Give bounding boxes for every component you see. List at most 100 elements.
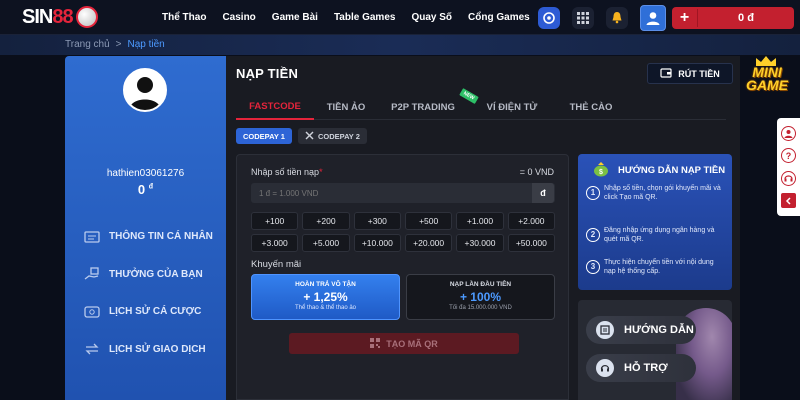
sidebar-item-transaction-history[interactable]: LỊCH SỬ GIAO DỊCH <box>83 331 213 369</box>
tab-crypto[interactable]: TIỀN ẢO <box>314 94 378 120</box>
breadcrumb-separator: > <box>115 39 122 50</box>
support-card: HƯỚNG DẪN HỖ TRỢ <box>578 300 732 400</box>
step-text: Đăng nhập ứng dụng ngân hàng và quét mã … <box>604 227 715 244</box>
tab-p2p-trading[interactable]: P2P TRADING NEW <box>378 88 479 120</box>
promo-gear-icon[interactable] <box>538 6 560 29</box>
svg-text:$: $ <box>599 169 603 176</box>
amount-label: Nhập số tiền nạp* <box>251 167 323 177</box>
balance-deposit-button[interactable]: + 0 đ <box>672 6 794 29</box>
quick-amount-button[interactable]: +500 <box>404 212 453 230</box>
breadcrumb-home[interactable]: Trang chủ <box>65 39 110 50</box>
help-button[interactable]: HỖ TRỢ <box>586 354 696 382</box>
guide-step: 3 Thực hiện chuyển tiền với nội dung nạp… <box>586 258 726 276</box>
sidebar-item-label: LỊCH SỬ CÁ CƯỢC <box>109 306 202 318</box>
quick-amount-button[interactable]: +200 <box>302 212 350 230</box>
withdraw-button[interactable]: RÚT TIỀN <box>647 63 733 84</box>
step-number: 1 <box>586 186 600 200</box>
create-qr-button[interactable]: TẠO MÃ QR <box>289 333 519 354</box>
quick-amount-button[interactable]: +20.000 <box>404 234 453 252</box>
guide-step: 1 Nhập số tiền, chọn gói khuyến mãi và c… <box>586 184 726 202</box>
plus-icon: + <box>672 8 698 27</box>
minigame-logo-text: MINI GAME <box>738 65 796 93</box>
promo-title: NẠP LẦN ĐẦU TIÊN <box>449 281 512 288</box>
quick-amount-button[interactable]: +30.000 <box>456 234 504 252</box>
quick-amount-button[interactable]: +1.000 <box>456 212 504 230</box>
tab-label: P2P TRADING <box>391 101 455 113</box>
help-question-icon[interactable]: ? <box>781 148 796 164</box>
promo-card-cashback[interactable]: HOÀN TRẢ VÔ TẬN + 1,25% Thể thao & thể t… <box>251 274 400 320</box>
quick-amount-button[interactable]: +5.000 <box>302 234 350 252</box>
quick-amount-button[interactable]: +10.000 <box>353 234 401 252</box>
user-icon[interactable] <box>781 125 796 141</box>
promo-card-first-deposit[interactable]: NẠP LẦN ĐẦU TIÊN + 100% Tối đa 15.000.00… <box>406 274 555 320</box>
tab-fastcode[interactable]: FASTCODE <box>236 94 314 120</box>
profile-username: hathien03061276 <box>106 168 185 179</box>
apps-grid-icon[interactable] <box>572 6 594 29</box>
quick-amount-button[interactable]: +3.000 <box>251 234 299 252</box>
profile-currency: đ <box>148 183 154 191</box>
subtab-label: CODEPAY 2 <box>317 131 360 141</box>
header-balance: 0 đ <box>738 11 754 24</box>
nav-lottery[interactable]: Quay Số <box>403 12 460 23</box>
qr-icon <box>370 337 381 350</box>
gift-hand-icon <box>83 267 101 281</box>
collapse-icon[interactable] <box>781 193 796 209</box>
create-qr-label: TẠO MÃ QR <box>386 338 438 349</box>
quick-amount-button[interactable]: +100 <box>251 212 299 230</box>
logo-ball-icon <box>75 6 98 28</box>
quick-amount-button[interactable]: +300 <box>353 212 401 230</box>
floating-side-menu: ? <box>777 118 800 216</box>
nav-card-games[interactable]: Game Bài <box>264 12 326 23</box>
promo-value: + 100% <box>459 290 502 304</box>
logo-text-sin: SIN <box>22 5 53 28</box>
sidebar-item-label: THƯỞNG CỦA BẠN <box>109 268 203 280</box>
profile-balance-value: 0 <box>137 182 146 197</box>
minigame-line2: GAME <box>746 77 788 93</box>
bell-icon[interactable] <box>606 6 628 29</box>
money-bag-icon: $ <box>592 161 610 180</box>
quick-amount-button[interactable]: +2.000 <box>507 212 555 230</box>
tab-scratch-card[interactable]: THẺ CÀO <box>556 94 626 120</box>
tab-e-wallet[interactable]: VÍ ĐIỆN TỬ <box>468 94 556 120</box>
amount-unit: đ <box>532 183 554 203</box>
subtab-codepay-2[interactable]: CODEPAY 2 <box>297 128 367 144</box>
main-nav: Thể Thao Casino Game Bài Table Games Qua… <box>154 12 538 23</box>
sidebar-item-label: THÔNG TIN CÁ NHÂN <box>109 231 213 243</box>
wallet-icon <box>660 67 672 80</box>
headset-icon <box>596 359 614 377</box>
promo-title: HOÀN TRẢ VÔ TẬN <box>295 281 356 288</box>
minigame-launcher[interactable]: MINI GAME <box>738 54 796 102</box>
amount-label-text: Nhập số tiền nạp <box>251 167 320 177</box>
sidebar-item-personal-info[interactable]: THÔNG TIN CÁ NHÂN <box>83 218 213 256</box>
transfer-icon <box>83 342 101 356</box>
id-card-icon <box>83 230 101 244</box>
guide-button[interactable]: HƯỚNG DẪN <box>586 316 696 344</box>
guide-header: $ HƯỚNG DẪN NẠP TIỀN <box>578 154 732 186</box>
nav-game-portal[interactable]: Cổng Games <box>460 12 538 23</box>
support-chat-icon[interactable] <box>781 170 796 186</box>
amount-equivalent: = 0 VND <box>519 167 554 177</box>
profile-avatar <box>123 68 167 112</box>
amount-input[interactable] <box>251 183 555 203</box>
sidebar-item-bet-history[interactable]: LỊCH SỬ CÁ CƯỢC <box>83 293 213 331</box>
nav-casino[interactable]: Casino <box>214 12 263 23</box>
promo-subtitle: Tối đa 15.000.000 VND <box>449 305 512 311</box>
deposit-panel: NẠP TIỀN RÚT TIỀN FASTCODE TIỀN ẢO P2P T… <box>226 56 740 400</box>
nav-sports[interactable]: Thể Thao <box>154 12 214 23</box>
deposit-method-tabs: FASTCODE TIỀN ẢO P2P TRADING NEW VÍ ĐIỆN… <box>236 88 726 120</box>
step-text: Thực hiện chuyển tiền với nội dung nạp h… <box>604 259 714 276</box>
help-button-label: HỖ TRỢ <box>624 362 668 374</box>
tools-icon <box>305 131 314 142</box>
subtab-codepay-1[interactable]: CODEPAY 1 <box>236 128 292 144</box>
quick-amount-button[interactable]: +50.000 <box>507 234 555 252</box>
promo-value: + 1,25% <box>303 290 348 304</box>
quick-amount-grid: +100 +200 +300 +500 +1.000 +2.000 +3.000… <box>251 212 555 252</box>
nav-table-games[interactable]: Table Games <box>326 12 404 23</box>
book-icon <box>596 321 614 339</box>
header-actions: + 0 đ <box>538 0 800 35</box>
user-avatar-button[interactable] <box>640 4 666 31</box>
logo-text-88: 88 <box>52 5 73 28</box>
brand-logo[interactable]: SIN 88 <box>22 4 140 30</box>
step-number: 2 <box>586 228 600 242</box>
sidebar-item-rewards[interactable]: THƯỞNG CỦA BẠN <box>83 256 213 294</box>
